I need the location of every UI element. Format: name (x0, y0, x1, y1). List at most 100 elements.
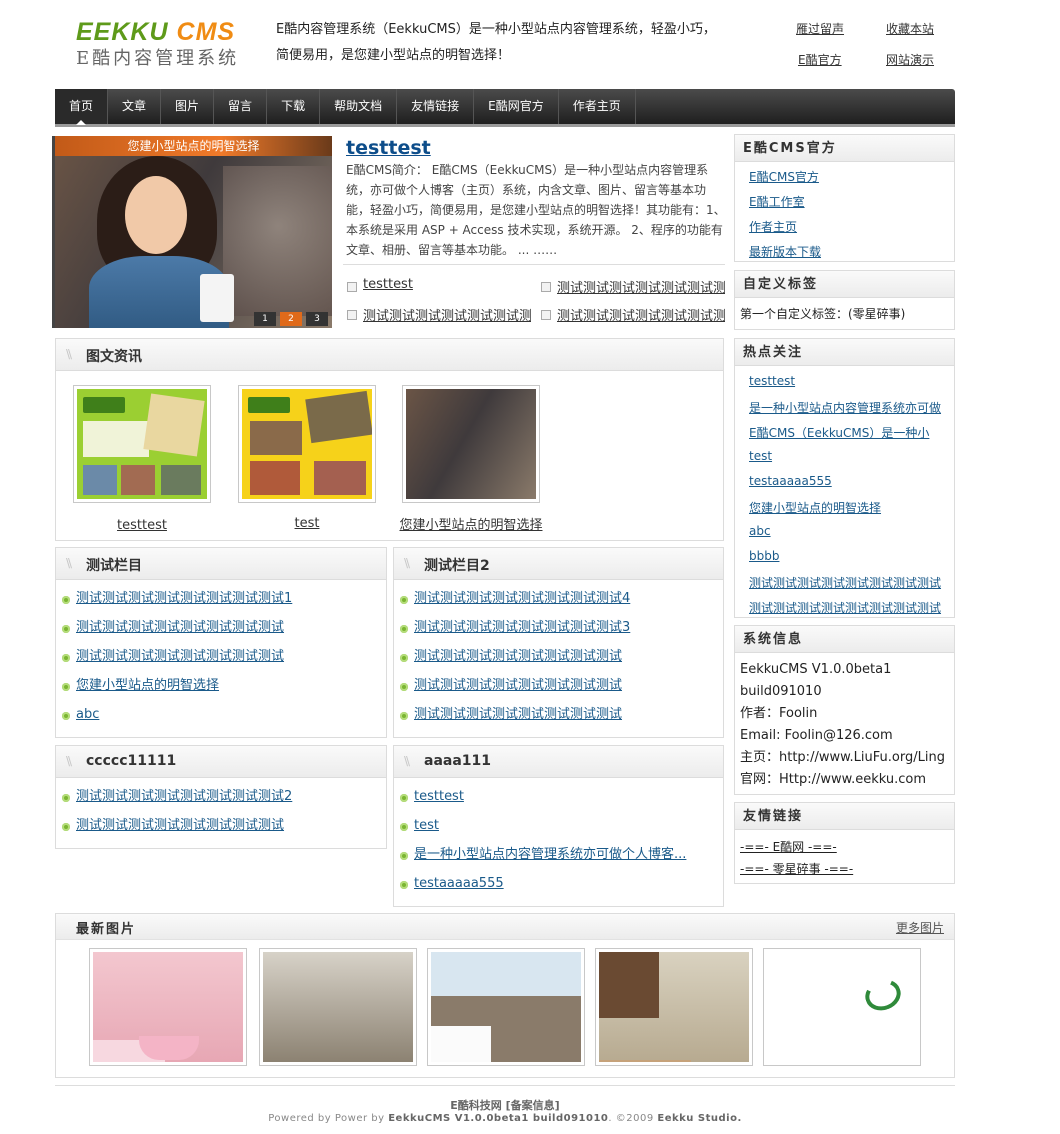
sidebar-link[interactable]: 最新版本下载 (749, 245, 821, 259)
slide-dot[interactable]: 3 (306, 312, 328, 326)
sidebar-link[interactable]: E酷工作室 (749, 195, 805, 209)
sidebar-link[interactable]: test (749, 449, 772, 463)
article-link[interactable]: 测试测试测试测试测试测试测试测试3 (414, 620, 630, 635)
article-link[interactable]: 测试测试测试测试测试测试测试测试 (76, 649, 284, 664)
sidebar-link[interactable]: 测试测试测试测试测试测试测试测试 (749, 601, 941, 615)
sidebar-item: test (749, 449, 954, 474)
official-link[interactable]: E酷官方 (798, 51, 842, 68)
list-item: abc (62, 700, 386, 729)
nav-item-links[interactable]: 友情链接 (397, 89, 475, 124)
sidebar-title: 友情链接 (735, 803, 954, 830)
featured-link[interactable]: testtest (345, 277, 531, 292)
sidebar-title: 热点关注 (735, 339, 954, 366)
sysinfo-line: build091010 (740, 684, 822, 699)
nav-item-downloads[interactable]: 下载 (267, 89, 321, 124)
sidebar-link[interactable]: abc (749, 524, 771, 538)
sidebar-link[interactable]: E酷CMS（EekkuCMS）是一种小 (749, 426, 929, 440)
sidebar-link[interactable]: 您建小型站点的明智选择 (749, 501, 881, 515)
sidebar-link[interactable]: E酷CMS官方 (749, 170, 819, 184)
list-item: testtest (400, 782, 723, 811)
list-item: 测试测试测试测试测试测试测试测试3 (400, 613, 723, 642)
latest-photo-thumb[interactable] (595, 948, 753, 1066)
featured-link[interactable]: 测试测试测试测试测试测试测试 (539, 305, 725, 324)
header-mark-icon: \\ (66, 754, 72, 768)
featured-title[interactable]: testtest (346, 137, 431, 159)
latest-photo-thumb[interactable] (763, 948, 921, 1066)
demo-link[interactable]: 网站演示 (886, 51, 934, 68)
list-item: 测试测试测试测试测试测试测试测试 (62, 613, 386, 642)
nav-item-home[interactable]: 首页 (55, 89, 109, 125)
site-logo[interactable]: EEKKU CMS E酷内容管理系统 (76, 18, 246, 74)
photo-news-caption[interactable]: test (237, 516, 377, 531)
section-box-4: \\ aaaa111 testtest test 是一种小型站点内容管理系统亦可做… (393, 745, 724, 907)
header-mark-icon: \\ (66, 556, 72, 570)
list-item: 您建小型站点的明智选择 (62, 671, 386, 700)
article-link[interactable]: 测试测试测试测试测试测试测试测试2 (76, 789, 292, 804)
latest-photo-thumb[interactable] (89, 948, 247, 1066)
slide-image[interactable] (55, 136, 332, 328)
sysinfo-line: 主页：http://www.LiuFu.org/Ling (740, 750, 945, 765)
logo-subtitle: E酷内容管理系统 (76, 48, 240, 69)
article-link[interactable]: testaaaaa555 (414, 876, 504, 891)
photo-news-caption[interactable]: 您建小型站点的明智选择 (396, 514, 546, 533)
nav-item-pictures[interactable]: 图片 (161, 89, 215, 124)
custom-tag-text: 第一个自定义标签：(零星碎事) (740, 307, 906, 321)
nav-item-author[interactable]: 作者主页 (559, 89, 636, 124)
sidebar-title: E酷CMS官方 (735, 135, 954, 162)
article-link[interactable]: 测试测试测试测试测试测试测试测试1 (76, 591, 292, 606)
sidebar-link[interactable]: testtest (749, 374, 795, 388)
nav-item-official[interactable]: E酷网官方 (474, 89, 559, 124)
featured-link[interactable]: 测试测试测试测试测试测试测试 (345, 305, 531, 324)
article-link[interactable]: testtest (414, 789, 464, 804)
photo-news-thumb[interactable] (238, 385, 376, 503)
photo-news-caption[interactable]: testtest (72, 518, 212, 533)
slide-pager: 1 2 3 (254, 312, 328, 326)
slide-dot[interactable]: 1 (254, 312, 276, 326)
article-link[interactable]: 测试测试测试测试测试测试测试测试4 (414, 591, 630, 606)
section-box-1: \\ 测试栏目 测试测试测试测试测试测试测试测试1 测试测试测试测试测试测试测试测… (55, 547, 387, 738)
article-link[interactable]: 测试测试测试测试测试测试测试测试 (414, 649, 622, 664)
list-item: 测试测试测试测试测试测试测试测试2 (62, 782, 386, 811)
more-photos-link[interactable]: 更多图片 (896, 919, 944, 936)
featured-link[interactable]: 测试测试测试测试测试测试测试 (539, 277, 725, 296)
article-link[interactable]: 测试测试测试测试测试测试测试测试 (76, 620, 284, 635)
site-intro: E酷内容管理系统（EekkuCMS）是一种小型站点内容管理系统，轻盈小巧， 简便… (276, 22, 716, 63)
section-title: 测试栏目2 (424, 558, 490, 574)
bookmark-link[interactable]: 收藏本站 (886, 20, 934, 37)
latest-photo-thumb[interactable] (427, 948, 585, 1066)
sysinfo-line: Email: Foolin@126.com (740, 728, 893, 743)
latest-photos-title: 最新图片 (76, 922, 137, 937)
sidebar-item: 最新版本下载 (749, 243, 954, 268)
sidebar-link[interactable]: testaaaaa555 (749, 474, 832, 488)
article-link[interactable]: 测试测试测试测试测试测试测试测试 (414, 678, 622, 693)
article-link[interactable]: 是一种小型站点内容管理系统亦可做个人博客... (414, 847, 686, 862)
article-link[interactable]: 您建小型站点的明智选择 (76, 678, 219, 693)
list-item: test (400, 811, 723, 840)
nav-item-guestbook[interactable]: 留言 (214, 89, 268, 124)
article-link[interactable]: 测试测试测试测试测试测试测试测试 (414, 707, 622, 722)
friend-link[interactable]: -==- 零星碎事 -==- (740, 862, 853, 876)
article-link[interactable]: test (414, 818, 439, 833)
nav-item-help[interactable]: 帮助文档 (320, 89, 398, 124)
photo-news-thumb[interactable] (73, 385, 211, 503)
sidebar-link[interactable]: 作者主页 (749, 220, 797, 234)
photo-news-thumb[interactable] (402, 385, 540, 503)
sidebar-link[interactable]: bbbb (749, 549, 779, 563)
sidebar-link[interactable]: 是一种小型站点内容管理系统亦可做 (749, 401, 941, 415)
section-box-3: \\ ccccc11111 测试测试测试测试测试测试测试测试2 测试测试测试测试测… (55, 745, 387, 849)
featured-summary: E酷CMS简介： E酷CMS（EekkuCMS）是一种小型站点内容管理系统，亦可… (346, 163, 726, 257)
friend-link[interactable]: -==- E酷网 -==- (740, 840, 837, 854)
footer-powered-by: Powered by Power by EekkuCMS V1.0.0beta1… (268, 1113, 742, 1124)
latest-photo-thumb[interactable] (259, 948, 417, 1066)
sidebar-link[interactable]: 测试测试测试测试测试测试测试测试 (749, 576, 941, 590)
slideshow[interactable]: 您建小型站点的明智选择 1 2 3 (52, 136, 332, 328)
photo-news-title: 图文资讯 (86, 349, 142, 365)
article-link[interactable]: abc (76, 707, 99, 722)
slide-dot-active[interactable]: 2 (280, 312, 302, 326)
sidebar-item: 您建小型站点的明智选择 (749, 499, 954, 524)
sidebar-title: 自定义标签 (735, 271, 954, 298)
section-title: aaaa111 (424, 753, 492, 769)
article-link[interactable]: 测试测试测试测试测试测试测试测试 (76, 818, 284, 833)
guestbook-link[interactable]: 雁过留声 (796, 20, 844, 37)
nav-item-articles[interactable]: 文章 (108, 89, 162, 124)
